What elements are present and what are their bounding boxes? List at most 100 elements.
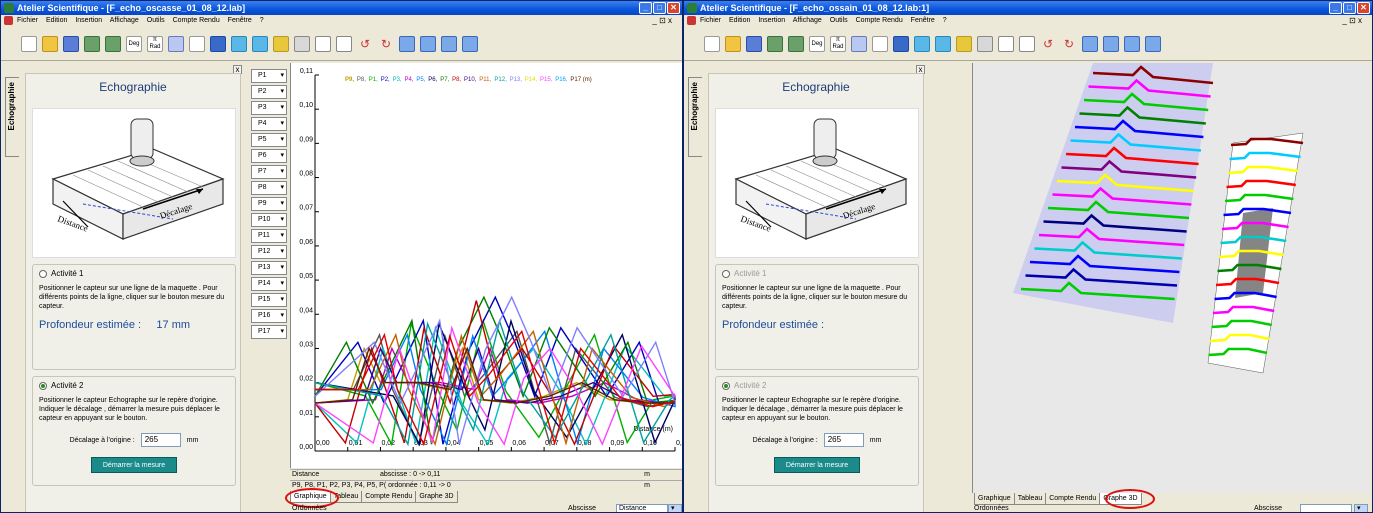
series-select-p11[interactable]: P11 — [251, 229, 287, 243]
tab-graphe-3d[interactable]: Graphe 3D — [415, 491, 458, 503]
abscissa-select[interactable] — [1300, 504, 1352, 512]
window2-icon[interactable] — [1103, 35, 1119, 52]
menu-outils[interactable]: Outils — [147, 17, 165, 24]
book-icon[interactable] — [210, 35, 226, 52]
tab-echographie-vertical[interactable]: Echographie — [5, 77, 19, 157]
offset-input[interactable]: 265 — [140, 433, 181, 447]
minimize-button[interactable]: _ — [1329, 2, 1342, 14]
chevron-down-icon[interactable]: ▾ — [1354, 504, 1368, 512]
radian-icon[interactable]: π Rad — [147, 35, 163, 52]
window3-icon[interactable] — [441, 35, 457, 52]
undo-icon[interactable]: ↺ — [1040, 36, 1056, 52]
series-select-p17[interactable]: P17 — [251, 325, 287, 339]
graph-3d-view[interactable] — [972, 63, 1370, 493]
report-icon[interactable] — [914, 35, 930, 52]
table-icon[interactable] — [168, 35, 184, 52]
series-select-p5[interactable]: P5 — [251, 133, 287, 147]
series-select-p3[interactable]: P3 — [251, 101, 287, 115]
menu-outils[interactable]: Outils — [830, 17, 848, 24]
mdi-controls[interactable]: _ ⊡ x — [1342, 15, 1362, 27]
offset-input[interactable]: 265 — [823, 433, 864, 447]
close-button[interactable]: ✕ — [667, 2, 680, 14]
report-icon[interactable] — [231, 35, 247, 52]
window4-icon[interactable] — [1145, 35, 1161, 52]
wand-icon[interactable] — [956, 35, 972, 52]
window3-icon[interactable] — [1124, 35, 1140, 52]
line-chart[interactable]: 0,00 0,01 0,02 0,03 0,04 0,05 0,06 0,07 0,08 0,09… — [290, 63, 682, 468]
sensor-icon[interactable] — [767, 35, 783, 52]
chevron-down-icon[interactable]: ▾ — [668, 504, 682, 512]
copy-icon[interactable] — [998, 35, 1014, 52]
menu-fichier[interactable]: Fichier — [17, 17, 38, 24]
menu-help[interactable]: ? — [943, 17, 947, 24]
maximize-button[interactable]: □ — [653, 2, 666, 14]
table-icon[interactable] — [851, 35, 867, 52]
series-select-p6[interactable]: P6 — [251, 149, 287, 163]
undo-icon[interactable]: ↺ — [357, 36, 373, 52]
paste-icon[interactable] — [336, 35, 352, 52]
sensor2-icon[interactable] — [105, 35, 121, 52]
menu-fichier[interactable]: Fichier — [700, 17, 721, 24]
menu-affichage[interactable]: Affichage — [110, 17, 139, 24]
series-select-p1[interactable]: P1 — [251, 69, 287, 83]
series-select-p15[interactable]: P15 — [251, 293, 287, 307]
menu-insertion[interactable]: Insertion — [75, 17, 102, 24]
shapes-icon[interactable] — [935, 35, 951, 52]
cut-icon[interactable] — [977, 35, 993, 52]
redo-icon[interactable]: ↻ — [378, 36, 394, 52]
mdi-controls[interactable]: _ ⊡ x — [652, 15, 672, 27]
menu-affichage[interactable]: Affichage — [793, 17, 822, 24]
shapes-icon[interactable] — [252, 35, 268, 52]
cut-icon[interactable] — [294, 35, 310, 52]
save-icon[interactable] — [63, 35, 79, 52]
copy-icon[interactable] — [315, 35, 331, 52]
radian-icon[interactable]: π Rad — [830, 35, 846, 52]
series-select-p16[interactable]: P16 — [251, 309, 287, 323]
series-select-p14[interactable]: P14 — [251, 277, 287, 291]
menu-compte-rendu[interactable]: Compte Rendu — [856, 17, 903, 24]
crosshair-icon[interactable] — [872, 35, 888, 52]
sensor2-icon[interactable] — [788, 35, 804, 52]
series-select-p8[interactable]: P8 — [251, 181, 287, 195]
tab-echographie-vertical[interactable]: Echographie — [688, 77, 702, 157]
window1-icon[interactable] — [1082, 35, 1098, 52]
close-button[interactable]: ✕ — [1357, 2, 1370, 14]
series-select-p9[interactable]: P9 — [251, 197, 287, 211]
degree-icon[interactable]: Deg — [126, 35, 142, 52]
menu-compte-rendu[interactable]: Compte Rendu — [173, 17, 220, 24]
menu-edition[interactable]: Edition — [729, 17, 750, 24]
maximize-button[interactable]: □ — [1343, 2, 1356, 14]
activity-2-radio[interactable] — [39, 381, 47, 390]
book-icon[interactable] — [893, 35, 909, 52]
start-measure-button[interactable]: Démarrer la mesure — [774, 457, 860, 473]
tab-compte-rendu[interactable]: Compte Rendu — [361, 491, 417, 503]
save-icon[interactable] — [746, 35, 762, 52]
menu-insertion[interactable]: Insertion — [758, 17, 785, 24]
series-select-p10[interactable]: P10 — [251, 213, 287, 227]
activity-2-radio[interactable] — [722, 381, 730, 390]
new-icon[interactable] — [21, 35, 37, 52]
window2-icon[interactable] — [420, 35, 436, 52]
menu-fenetre[interactable]: Fenêtre — [228, 17, 252, 24]
activity-1-radio[interactable] — [39, 269, 47, 278]
window1-icon[interactable] — [399, 35, 415, 52]
series-select-p2[interactable]: P2 — [251, 85, 287, 99]
open-icon[interactable] — [42, 35, 58, 52]
menu-help[interactable]: ? — [260, 17, 264, 24]
menu-fenetre[interactable]: Fenêtre — [911, 17, 935, 24]
series-select-p4[interactable]: P4 — [251, 117, 287, 131]
wand-icon[interactable] — [273, 35, 289, 52]
redo-icon[interactable]: ↻ — [1061, 36, 1077, 52]
activity-1-radio[interactable] — [722, 269, 730, 278]
series-select-p13[interactable]: P13 — [251, 261, 287, 275]
degree-icon[interactable]: Deg — [809, 35, 825, 52]
window4-icon[interactable] — [462, 35, 478, 52]
start-measure-button[interactable]: Démarrer la mesure — [91, 457, 177, 473]
minimize-button[interactable]: _ — [639, 2, 652, 14]
sensor-icon[interactable] — [84, 35, 100, 52]
crosshair-icon[interactable] — [189, 35, 205, 52]
paste-icon[interactable] — [1019, 35, 1035, 52]
series-select-p7[interactable]: P7 — [251, 165, 287, 179]
open-icon[interactable] — [725, 35, 741, 52]
series-select-p12[interactable]: P12 — [251, 245, 287, 259]
